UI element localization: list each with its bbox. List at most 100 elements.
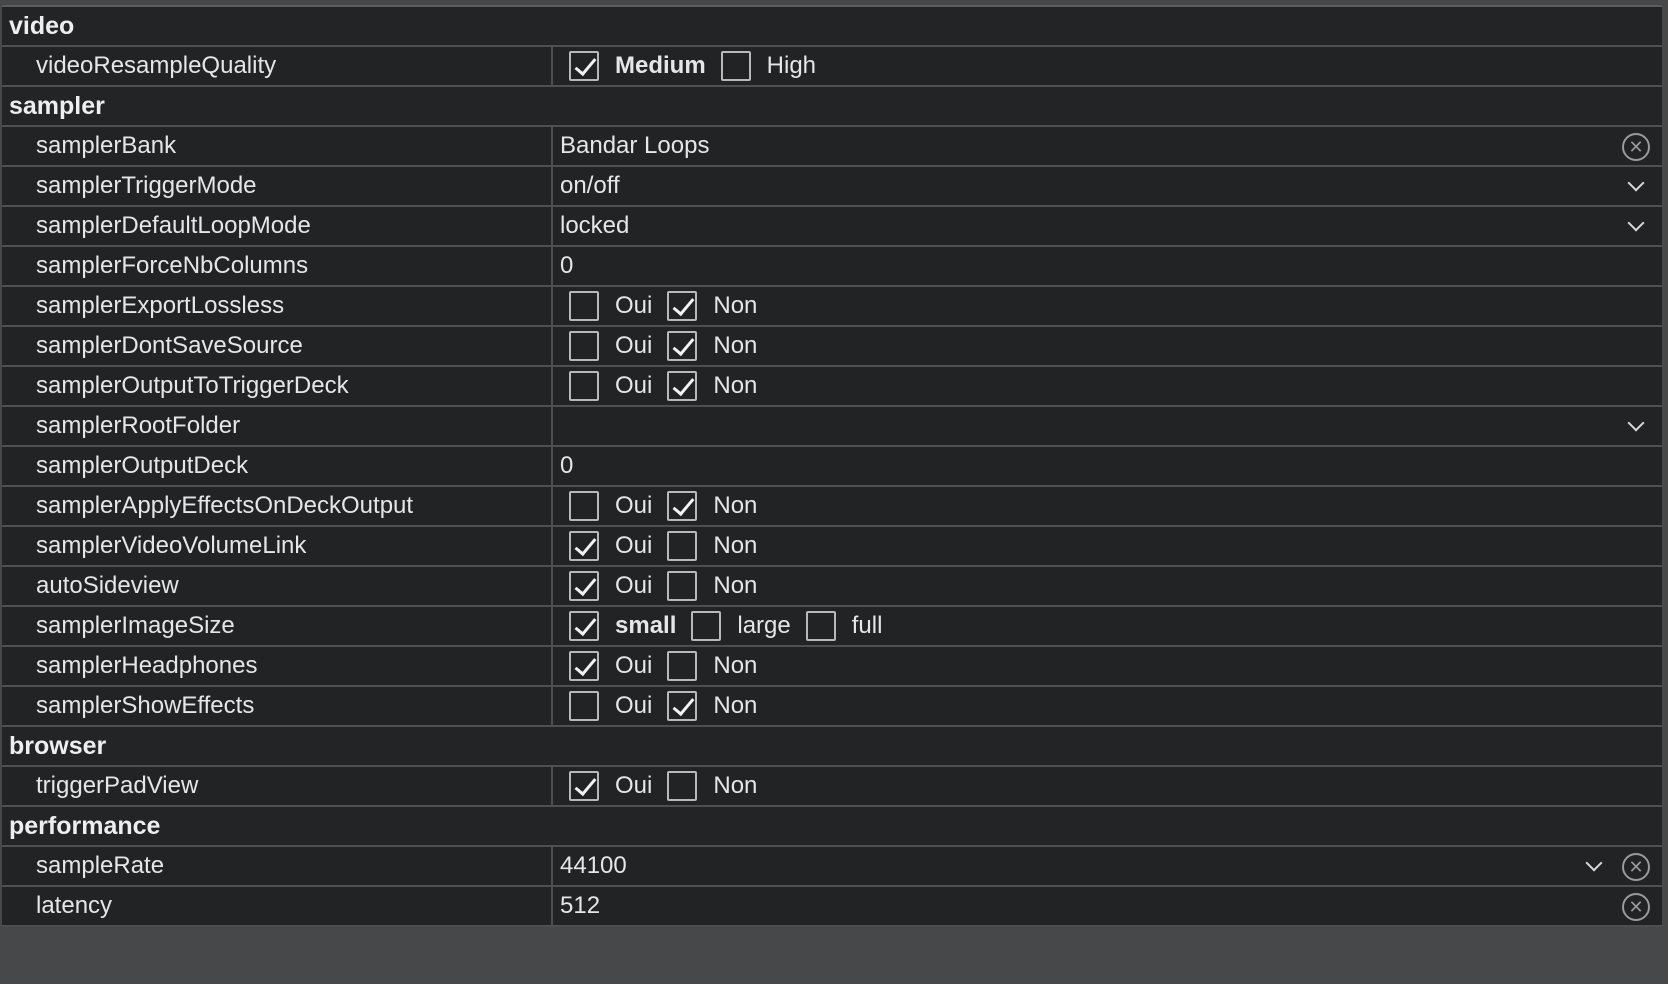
- checkbox-unchecked-icon[interactable]: [720, 51, 751, 81]
- option-oui[interactable]: Oui: [569, 531, 652, 561]
- option-label: Non: [713, 292, 758, 319]
- option-label: Non: [713, 332, 758, 359]
- checkbox-checked-icon[interactable]: [569, 51, 599, 81]
- checkbox-unchecked-icon[interactable]: [667, 531, 698, 561]
- setting-label: sampleRate: [2, 847, 553, 885]
- checkbox-checked-icon[interactable]: [667, 691, 698, 721]
- option-label: Non: [713, 532, 758, 559]
- clear-icon[interactable]: ✕: [1622, 893, 1650, 921]
- checkbox-unchecked-icon[interactable]: [691, 611, 722, 641]
- option-label: Oui: [615, 492, 653, 519]
- checkbox-checked-icon[interactable]: [667, 291, 698, 321]
- option-oui[interactable]: Oui: [569, 331, 652, 361]
- option-oui[interactable]: Oui: [569, 491, 652, 521]
- checkbox-unchecked-icon[interactable]: [569, 291, 599, 321]
- setting-row-sampler-show-effects: samplerShowEffects Oui Non: [2, 687, 1662, 727]
- setting-row-sampler-force-nb-columns: samplerForceNbColumns 0: [2, 247, 1662, 287]
- setting-row-sampler-image-size: samplerImageSize small large full: [2, 607, 1662, 647]
- checkbox-checked-icon[interactable]: [569, 571, 599, 601]
- option-non[interactable]: Non: [667, 771, 757, 801]
- option-non[interactable]: Non: [667, 531, 757, 561]
- option-label: Oui: [615, 372, 653, 399]
- setting-label: samplerBank: [2, 127, 553, 165]
- field-value: locked: [560, 212, 630, 239]
- chevron-down-icon[interactable]: [1585, 854, 1603, 872]
- option-oui[interactable]: Oui: [569, 291, 652, 321]
- setting-label: samplerApplyEffectsOnDeckOutput: [2, 487, 553, 525]
- option-non[interactable]: Non: [667, 571, 757, 601]
- option-oui[interactable]: Oui: [569, 651, 652, 681]
- setting-label: samplerImageSize: [2, 607, 553, 645]
- option-non[interactable]: Non: [667, 371, 757, 401]
- section-header-browser: browser: [2, 727, 1662, 767]
- checkbox-checked-icon[interactable]: [667, 491, 698, 521]
- option-label: Oui: [615, 652, 653, 679]
- option-non[interactable]: Non: [667, 291, 757, 321]
- checkbox-checked-icon[interactable]: [569, 531, 599, 561]
- checkbox-checked-icon[interactable]: [569, 651, 599, 681]
- option-full[interactable]: full: [805, 611, 883, 641]
- option-oui[interactable]: Oui: [569, 371, 652, 401]
- option-group: Oui Non: [553, 287, 1662, 325]
- clear-icon[interactable]: ✕: [1622, 853, 1650, 881]
- setting-label: samplerDontSaveSource: [2, 327, 553, 365]
- checkbox-checked-icon[interactable]: [569, 771, 599, 801]
- checkbox-unchecked-icon[interactable]: [569, 491, 599, 521]
- option-high[interactable]: High: [720, 51, 817, 81]
- setting-label: samplerHeadphones: [2, 647, 553, 685]
- option-medium[interactable]: Medium: [569, 51, 706, 81]
- option-group: Oui Non: [553, 567, 1662, 605]
- checkbox-unchecked-icon[interactable]: [667, 571, 698, 601]
- select-field[interactable]: [553, 407, 1662, 445]
- setting-label: samplerDefaultLoopMode: [2, 207, 553, 245]
- checkbox-unchecked-icon[interactable]: [667, 771, 698, 801]
- checkbox-checked-icon[interactable]: [667, 331, 698, 361]
- setting-label: samplerExportLossless: [2, 287, 553, 325]
- section-header-sampler: sampler: [2, 87, 1662, 127]
- option-group: Oui Non: [553, 487, 1662, 525]
- option-label: small: [615, 612, 677, 639]
- text-field[interactable]: 0: [553, 247, 1662, 285]
- option-label: High: [766, 52, 817, 79]
- option-small[interactable]: small: [569, 611, 676, 641]
- chevron-down-icon[interactable]: [1627, 174, 1645, 192]
- clear-icon[interactable]: ✕: [1622, 133, 1650, 161]
- field-value: 0: [560, 452, 574, 479]
- setting-label: samplerVideoVolumeLink: [2, 527, 553, 565]
- option-non[interactable]: Non: [667, 331, 757, 361]
- setting-row-sampler-default-loop-mode: samplerDefaultLoopMode locked: [2, 207, 1662, 247]
- option-label: full: [851, 612, 883, 639]
- option-label: Oui: [615, 532, 653, 559]
- checkbox-checked-icon[interactable]: [667, 371, 698, 401]
- chevron-down-icon[interactable]: [1627, 414, 1645, 432]
- checkbox-unchecked-icon[interactable]: [667, 651, 698, 681]
- option-label: Oui: [615, 772, 653, 799]
- select-field[interactable]: 44100 ✕: [553, 847, 1662, 885]
- option-oui[interactable]: Oui: [569, 771, 652, 801]
- setting-label: samplerOutputDeck: [2, 447, 553, 485]
- text-field[interactable]: Bandar Loops ✕: [553, 127, 1662, 165]
- text-field[interactable]: 512 ✕: [553, 887, 1662, 925]
- checkbox-unchecked-icon[interactable]: [569, 331, 599, 361]
- field-value: 512: [560, 892, 601, 919]
- option-large[interactable]: large: [691, 611, 791, 641]
- select-field[interactable]: on/off: [553, 167, 1662, 205]
- option-oui[interactable]: Oui: [569, 691, 652, 721]
- option-group: Oui Non: [553, 687, 1662, 725]
- checkbox-unchecked-icon[interactable]: [569, 691, 599, 721]
- option-non[interactable]: Non: [667, 691, 757, 721]
- checkbox-checked-icon[interactable]: [569, 611, 599, 641]
- setting-row-video-resample-quality: videoResampleQuality Medium High: [2, 47, 1662, 87]
- field-value: 0: [560, 252, 574, 279]
- text-field[interactable]: 0: [553, 447, 1662, 485]
- chevron-down-icon[interactable]: [1627, 214, 1645, 232]
- option-non[interactable]: Non: [667, 651, 757, 681]
- checkbox-unchecked-icon[interactable]: [569, 371, 599, 401]
- option-oui[interactable]: Oui: [569, 571, 652, 601]
- checkbox-unchecked-icon[interactable]: [805, 611, 836, 641]
- option-label: Oui: [615, 572, 653, 599]
- section-header-video: video: [2, 7, 1662, 47]
- setting-label: latency: [2, 887, 553, 925]
- select-field[interactable]: locked: [553, 207, 1662, 245]
- option-non[interactable]: Non: [667, 491, 757, 521]
